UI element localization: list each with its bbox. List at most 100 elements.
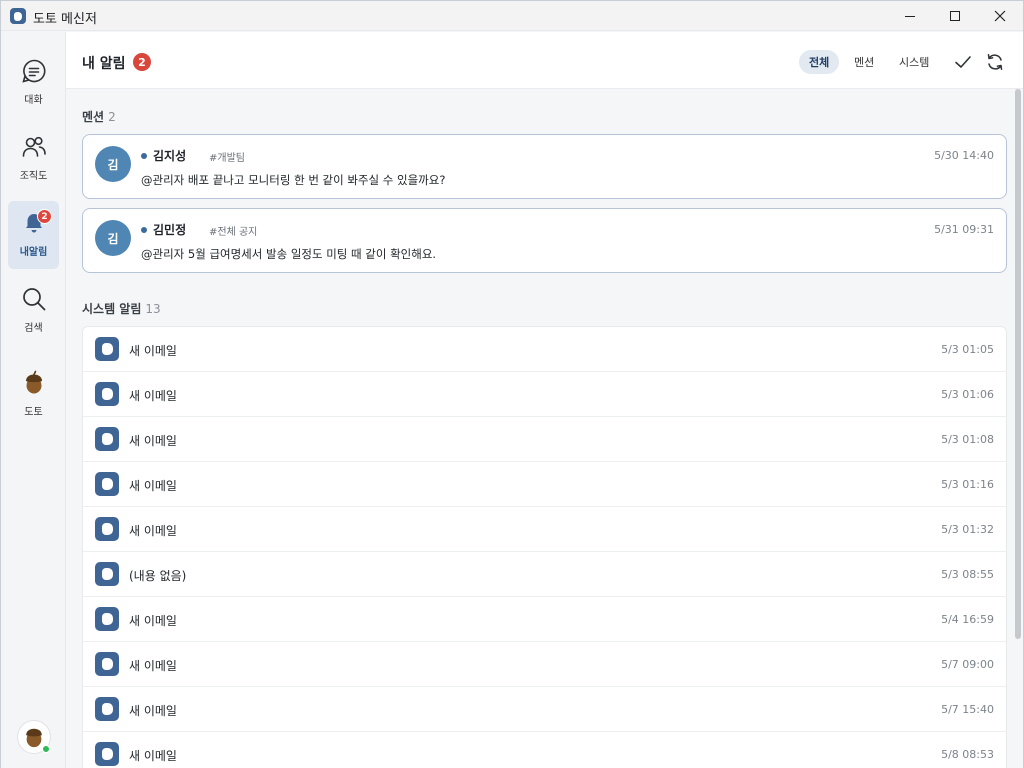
list-item[interactable]: 새 이메일 5/8 08:53 — [83, 732, 1006, 768]
search-icon — [22, 288, 45, 311]
sidebar-item-org-chart[interactable]: 조직도 — [8, 125, 59, 193]
refresh-icon — [987, 54, 1003, 70]
refresh-button[interactable] — [984, 51, 1006, 73]
timestamp: 5/3 01:16 — [941, 478, 994, 491]
timestamp: 5/7 15:40 — [941, 703, 994, 716]
unread-dot — [141, 153, 147, 159]
list-item[interactable]: 새 이메일 5/7 15:40 — [83, 687, 1006, 732]
sidebar-item-notifications[interactable]: 2 내알림 — [8, 201, 59, 269]
sidebar-item-label: 도토 — [24, 407, 43, 418]
filter-mention[interactable]: 멘션 — [844, 50, 884, 74]
timestamp: 5/8 08:53 — [941, 748, 994, 761]
notification-list: 멘션 2 김 김지성 #개발팀 5/30 14:40 @관리자 배포 끝나고 모니… — [66, 89, 1023, 768]
notification-text: 새 이메일 — [129, 389, 177, 403]
system-notification-list: 새 이메일 5/3 01:05 새 이메일 5/3 01:06 새 이메일 5/… — [82, 326, 1007, 768]
app-notification-icon — [95, 697, 119, 721]
system-section-title: 시스템 알림 13 — [82, 300, 161, 317]
timestamp: 5/4 16:59 — [941, 613, 994, 626]
list-item[interactable]: 새 이메일 5/7 09:00 — [83, 642, 1006, 687]
check-icon — [955, 56, 971, 68]
unread-dot — [141, 227, 147, 233]
message-text: @관리자 5월 급여명세서 발송 일정도 미팅 때 같이 확인해요. — [141, 247, 437, 261]
app-logo-icon — [10, 8, 26, 24]
notification-text: (내용 없음) — [129, 569, 187, 583]
sidebar-item-search[interactable]: 검색 — [8, 277, 59, 345]
section-count: 2 — [108, 110, 116, 124]
timestamp: 5/3 01:32 — [941, 523, 994, 536]
avatar: 김 — [95, 146, 131, 182]
notification-text: 새 이메일 — [129, 659, 177, 673]
channel-name: #개발팀 — [209, 153, 245, 164]
timestamp: 5/3 01:06 — [941, 388, 994, 401]
message-text: @관리자 배포 끝나고 모니터링 한 번 같이 봐주실 수 있을까요? — [141, 173, 446, 187]
sender-name: 김지성 — [153, 149, 187, 163]
sidebar: 대화 조직도 2 내알림 검색 도토 — [1, 32, 66, 768]
app-notification-icon — [95, 472, 119, 496]
filter-system[interactable]: 시스템 — [889, 50, 939, 74]
online-status-indicator — [42, 745, 50, 753]
panel-header: 내 알림 2 전체 멘션 시스템 — [66, 32, 1023, 89]
filter-all[interactable]: 전체 — [799, 50, 840, 74]
notification-text: 새 이메일 — [129, 704, 177, 718]
notifications-panel: 내 알림 2 전체 멘션 시스템 멘션 2 김 김지성 #개발팀 5/30 14… — [66, 32, 1023, 768]
close-icon — [994, 10, 1006, 22]
sidebar-item-label: 조직도 — [19, 171, 48, 182]
section-count: 13 — [145, 302, 161, 316]
app-notification-icon — [95, 607, 119, 631]
window-title: 도토 메신저 — [33, 12, 97, 27]
notification-text: 새 이메일 — [129, 614, 177, 628]
list-item[interactable]: (내용 없음) 5/3 08:55 — [83, 552, 1006, 597]
maximize-icon — [950, 11, 960, 21]
sidebar-item-chat[interactable]: 대화 — [8, 49, 59, 117]
app-notification-icon — [95, 382, 119, 406]
app-notification-icon — [95, 652, 119, 676]
list-item[interactable]: 새 이메일 5/3 01:16 — [83, 462, 1006, 507]
list-item[interactable]: 새 이메일 5/3 01:32 — [83, 507, 1006, 552]
list-item[interactable]: 새 이메일 5/4 16:59 — [83, 597, 1006, 642]
list-item[interactable]: 새 이메일 5/3 01:08 — [83, 417, 1006, 462]
sender-name: 김민정 — [153, 223, 187, 237]
title-bar: 도토 메신저 — [1, 1, 1023, 31]
mentions-section-title: 멘션 2 — [82, 108, 116, 125]
timestamp: 5/31 09:31 — [934, 223, 994, 236]
notification-text: 새 이메일 — [129, 344, 177, 358]
people-icon — [22, 136, 46, 157]
mention-card[interactable]: 김 김지성 #개발팀 5/30 14:40 @관리자 배포 끝나고 모니터링 한… — [82, 134, 1007, 199]
timestamp: 5/3 08:55 — [941, 568, 994, 581]
list-item[interactable]: 새 이메일 5/3 01:05 — [83, 327, 1006, 372]
timestamp: 5/3 01:08 — [941, 433, 994, 446]
app-notification-icon — [95, 337, 119, 361]
sidebar-item-doto[interactable]: 도토 — [8, 361, 59, 429]
app-notification-icon — [95, 517, 119, 541]
channel-name: #전체 공지 — [209, 227, 258, 238]
sidebar-item-label: 검색 — [24, 323, 43, 334]
unread-count-badge: 2 — [133, 53, 151, 71]
app-notification-icon — [95, 427, 119, 451]
mention-card[interactable]: 김 김민정 #전체 공지 5/31 09:31 @관리자 5월 급여명세서 발송… — [82, 208, 1007, 273]
sidebar-item-label: 대화 — [24, 95, 43, 106]
notification-text: 새 이메일 — [129, 479, 177, 493]
section-label: 시스템 알림 — [82, 302, 142, 316]
page-title: 내 알림 — [82, 56, 126, 72]
timestamp: 5/3 01:05 — [941, 343, 994, 356]
minimize-button[interactable] — [887, 1, 933, 31]
mark-all-read-button[interactable] — [952, 51, 974, 73]
sidebar-item-label: 내알림 — [19, 247, 48, 258]
app-notification-icon — [95, 562, 119, 586]
app-window: 도토 메신저 대화 조직도 2 내알림 검색 도토 내 알림 2 전체 멘션 시… — [0, 0, 1024, 768]
maximize-button[interactable] — [932, 1, 978, 31]
notification-text: 새 이메일 — [129, 434, 177, 448]
list-item[interactable]: 새 이메일 5/3 01:06 — [83, 372, 1006, 417]
section-label: 멘션 — [82, 110, 105, 124]
minimize-icon — [905, 15, 915, 17]
notification-count-badge: 2 — [37, 209, 52, 224]
close-button[interactable] — [977, 1, 1023, 31]
app-notification-icon — [95, 742, 119, 766]
vertical-scrollbar[interactable] — [1015, 89, 1021, 639]
avatar: 김 — [95, 220, 131, 256]
acorn-icon — [25, 370, 42, 394]
chat-icon — [21, 59, 45, 83]
notification-text: 새 이메일 — [129, 524, 177, 538]
notification-text: 새 이메일 — [129, 749, 177, 763]
timestamp: 5/7 09:00 — [941, 658, 994, 671]
